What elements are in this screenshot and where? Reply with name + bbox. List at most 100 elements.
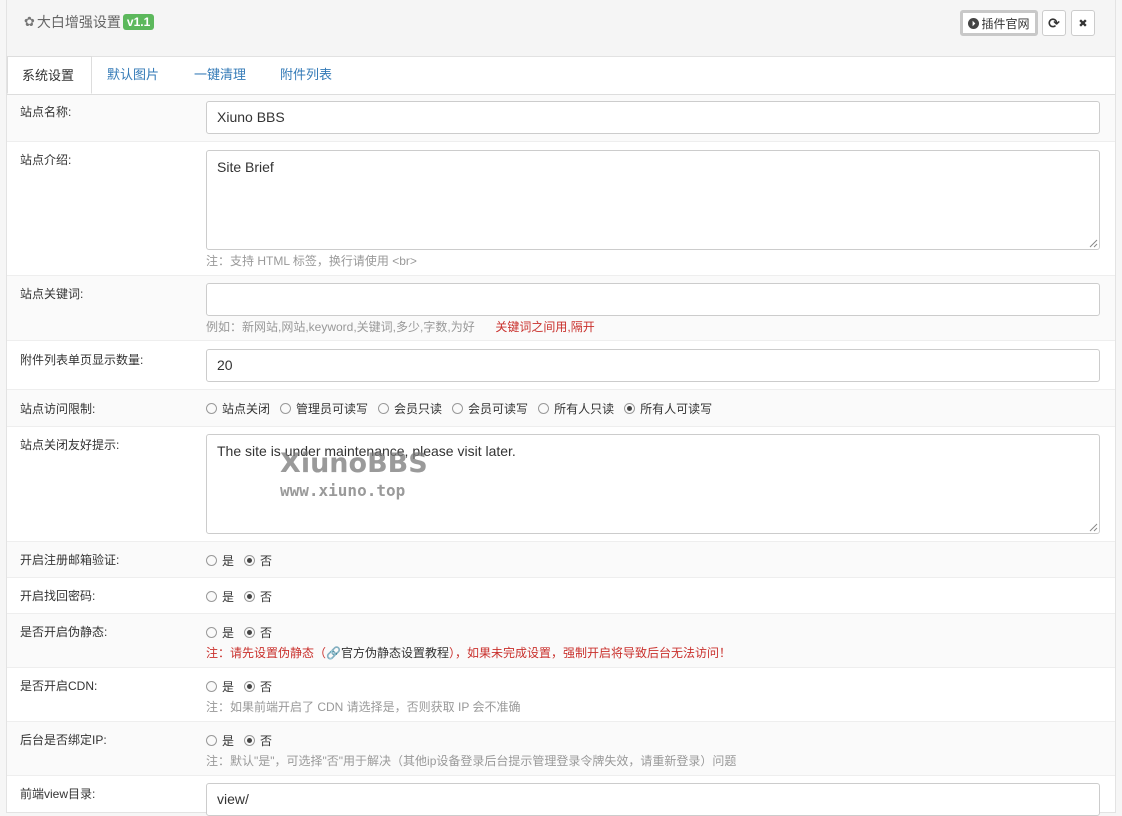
- site-brief-label: 站点介绍:: [20, 153, 72, 167]
- radio-circle: [206, 403, 217, 414]
- plugin-site-button[interactable]: 插件官网: [960, 10, 1038, 36]
- tab-system-settings[interactable]: 系统设置: [7, 56, 92, 94]
- tab-default-images[interactable]: 默认图片: [93, 56, 173, 93]
- panel-header: ✿ 大白增强设置 v1.1 插件官网 ⟳ ✖: [7, 0, 1115, 57]
- row-site-brief: 站点介绍: Site Brief 注：支持 HTML 标签，换行请使用 <br>: [7, 142, 1115, 276]
- site-brief-textarea[interactable]: Site Brief: [206, 150, 1100, 250]
- radio-label: 是: [222, 626, 235, 640]
- cdn-label: 是否开启CDN:: [20, 679, 98, 693]
- find-password-label: 开启找回密码:: [20, 589, 96, 603]
- tab-attachment-list[interactable]: 附件列表: [266, 56, 346, 93]
- radio-circle-selected: [244, 627, 256, 638]
- radio-label: 否: [260, 626, 273, 640]
- row-bind-ip: 后台是否绑定IP: 是 否 注：默认"是"，可选择"否"用于解决（其他ip设备登…: [7, 722, 1115, 776]
- circle-arrow-icon: [968, 17, 980, 29]
- view-dir-input[interactable]: view/: [206, 783, 1100, 816]
- rewrite-label: 是否开启伪静态:: [20, 625, 108, 639]
- radio-circle-selected: [244, 735, 256, 746]
- settings-panel: ✿ 大白增强设置 v1.1 插件官网 ⟳ ✖ 系统设置 默认图片 一键清理 附件…: [6, 0, 1116, 816]
- close-tip-textarea[interactable]: The site is under maintenance, please vi…: [206, 434, 1100, 534]
- cdn-no[interactable]: 否: [244, 678, 272, 695]
- radio-label: 站点关闭: [222, 402, 271, 416]
- radio-circle: [280, 403, 292, 414]
- access-radio-admin-rw[interactable]: 管理员可读写: [280, 400, 368, 417]
- radio-circle: [538, 403, 550, 414]
- bind-ip-label: 后台是否绑定IP:: [20, 733, 107, 747]
- site-name-label: 站点名称:: [20, 105, 72, 119]
- row-keywords: 站点关键词: 例如：新网站,网站,keyword,关键词,多少,字数,为好 关键…: [7, 276, 1115, 341]
- rewrite-warning-prefix: 注：请先设置伪静态（: [206, 646, 327, 660]
- row-close-tip: 站点关闭友好提示: The site is under maintenance,…: [7, 427, 1115, 542]
- bind-ip-no[interactable]: 否: [244, 732, 272, 749]
- tab-one-click-clean[interactable]: 一键清理: [180, 56, 260, 93]
- resize-grip-icon[interactable]: [1089, 523, 1098, 532]
- row-find-password: 开启找回密码: 是 否: [7, 578, 1115, 614]
- bind-ip-help: 注：默认"是"，可选择"否"用于解决（其他ip设备登录后台提示管理登录令牌失效，…: [206, 754, 737, 768]
- keywords-help-example: 例如：新网站,网站,keyword,关键词,多少,字数,为好: [206, 320, 475, 334]
- access-radio-member-rw[interactable]: 会员可读写: [452, 400, 528, 417]
- radio-circle: [452, 403, 464, 414]
- radio-label: 是: [222, 680, 235, 694]
- bind-ip-yes[interactable]: 是: [206, 732, 234, 749]
- radio-circle-selected: [624, 403, 636, 414]
- cdn-yes[interactable]: 是: [206, 678, 234, 695]
- refresh-button[interactable]: ⟳: [1042, 10, 1066, 36]
- radio-label: 否: [260, 734, 273, 748]
- plugin-site-label: 插件官网: [981, 16, 1030, 31]
- resize-grip-icon[interactable]: [1089, 239, 1098, 248]
- radio-label: 管理员可读写: [296, 402, 369, 416]
- access-radio-site-closed[interactable]: 站点关闭: [206, 400, 270, 417]
- radio-circle-selected: [244, 681, 256, 692]
- close-tip-label: 站点关闭友好提示:: [20, 438, 120, 452]
- access-radio-all-read[interactable]: 所有人只读: [538, 400, 614, 417]
- access-radio-all-rw[interactable]: 所有人可读写: [624, 400, 712, 417]
- row-access-limit: 站点访问限制: 站点关闭 管理员可读写 会员只读 会员可读写 所有人只读 所有人…: [7, 390, 1115, 427]
- radio-circle: [206, 591, 217, 602]
- gear-icon: ✿: [24, 14, 35, 29]
- radio-label: 否: [260, 590, 273, 604]
- radio-label: 是: [222, 554, 235, 568]
- site-brief-help: 注：支持 HTML 标签，换行请使用 <br>: [206, 254, 417, 268]
- rewrite-warning: 注：请先设置伪静态（🔗官方伪静态设置教程），如果未完成设置，强制开启将导致后台无…: [206, 644, 731, 661]
- link-icon: 🔗: [326, 646, 341, 660]
- find-password-no[interactable]: 否: [244, 588, 272, 605]
- rewrite-tutorial-link[interactable]: 官方伪静态设置教程: [341, 646, 449, 660]
- row-attach-per-page: 附件列表单页显示数量: 20: [7, 341, 1115, 390]
- row-cdn: 是否开启CDN: 是 否 注：如果前端开启了 CDN 请选择是，否则获取 IP …: [7, 668, 1115, 722]
- find-password-yes[interactable]: 是: [206, 588, 234, 605]
- radio-circle: [206, 735, 217, 746]
- keywords-label: 站点关键词:: [20, 287, 84, 301]
- access-limit-radio-group: 站点关闭 管理员可读写 会员只读 会员可读写 所有人只读 所有人可读写: [206, 400, 722, 417]
- email-verify-label: 开启注册邮箱验证:: [20, 553, 120, 567]
- radio-circle: [206, 555, 217, 566]
- radio-label: 会员可读写: [468, 402, 529, 416]
- panel-title: ✿ 大白增强设置 v1.1: [24, 12, 155, 32]
- close-icon: ✖: [1078, 17, 1088, 30]
- radio-label: 是: [222, 590, 235, 604]
- radio-circle-selected: [244, 555, 256, 566]
- row-email-verify: 开启注册邮箱验证: 是 否: [7, 542, 1115, 578]
- rewrite-yes[interactable]: 是: [206, 624, 234, 641]
- title-text: 大白增强设置: [36, 14, 121, 30]
- row-view-dir: 前端view目录: view/: [7, 776, 1115, 816]
- keywords-help-note: 关键词之间用,隔开: [495, 320, 595, 334]
- close-button[interactable]: ✖: [1071, 10, 1095, 36]
- close-tip-text: The site is under maintenance, please vi…: [217, 443, 516, 459]
- radio-label: 所有人只读: [554, 402, 615, 416]
- cdn-radio-group: 是 否: [206, 678, 282, 695]
- site-name-input[interactable]: Xiuno BBS: [206, 101, 1100, 134]
- site-brief-text: Site Brief: [217, 159, 274, 175]
- rewrite-no[interactable]: 否: [244, 624, 272, 641]
- email-verify-radio-group: 是 否: [206, 552, 282, 569]
- radio-circle: [378, 403, 390, 414]
- keywords-help: 例如：新网站,网站,keyword,关键词,多少,字数,为好 关键词之间用,隔开: [206, 318, 595, 335]
- access-radio-member-read[interactable]: 会员只读: [378, 400, 442, 417]
- refresh-icon: ⟳: [1048, 14, 1060, 31]
- keywords-input[interactable]: [206, 283, 1100, 316]
- email-verify-yes[interactable]: 是: [206, 552, 234, 569]
- email-verify-no[interactable]: 否: [244, 552, 272, 569]
- radio-label: 会员只读: [394, 402, 443, 416]
- radio-circle-selected: [244, 591, 256, 602]
- version-badge: v1.1: [122, 14, 155, 30]
- attach-per-page-input[interactable]: 20: [206, 349, 1100, 382]
